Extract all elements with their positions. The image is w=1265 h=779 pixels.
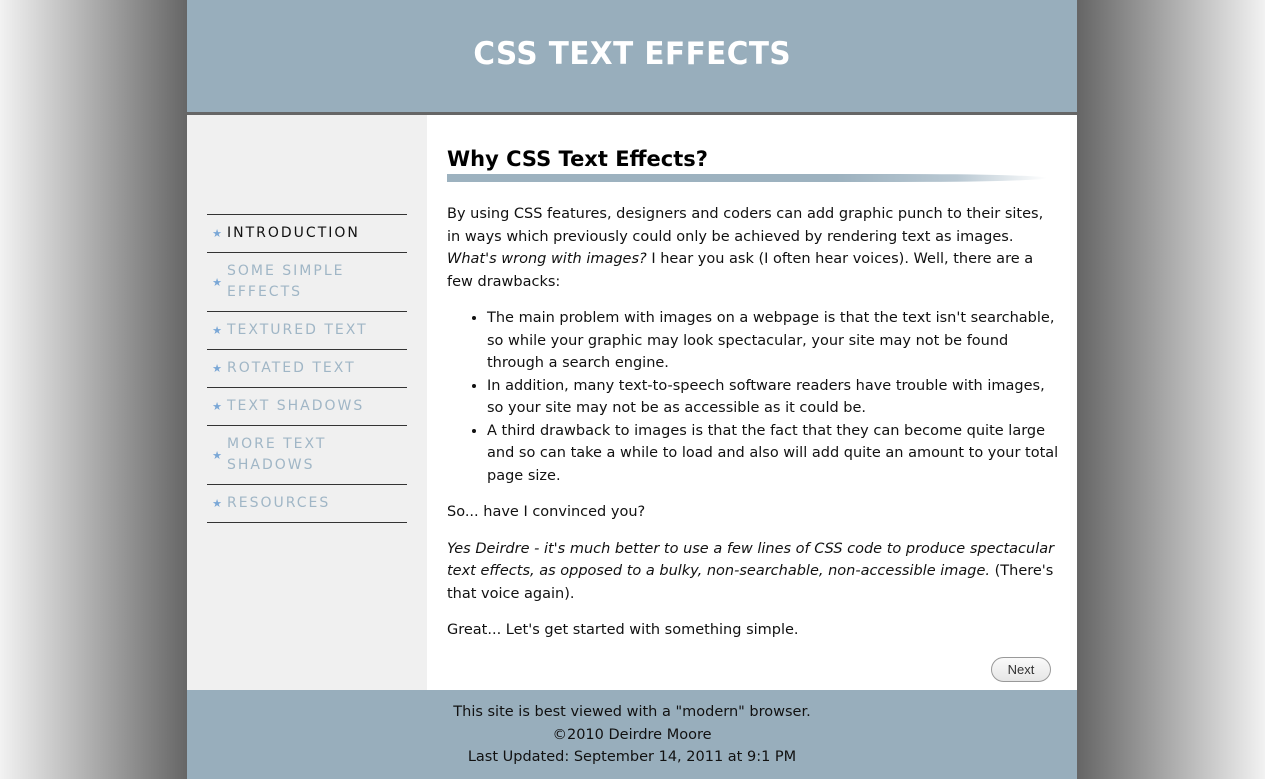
page: CSS TEXT EFFECTS ★ INTRODUCTION ★ SOME S…	[187, 0, 1077, 779]
sidebar-link-more-text-shadows[interactable]: MORE TEXT SHADOWS	[227, 434, 377, 476]
sidebar-nav: ★ INTRODUCTION ★ SOME SIMPLE EFFECTS ★ T…	[207, 214, 407, 523]
body-wrap: ★ INTRODUCTION ★ SOME SIMPLE EFFECTS ★ T…	[187, 115, 1077, 690]
list-item: In addition, many text-to-speech softwar…	[487, 375, 1059, 420]
drawbacks-list: The main problem with images on a webpag…	[447, 307, 1059, 487]
answer-italic: Yes Deirdre - it's much better to use a …	[447, 540, 1055, 580]
sidebar-link-introduction[interactable]: INTRODUCTION	[227, 223, 377, 244]
intro-text-1: By using CSS features, designers and cod…	[447, 206, 1044, 245]
page-heading: Why CSS Text Effects?	[447, 147, 708, 171]
star-icon: ★	[212, 400, 222, 413]
intro-italic: What's wrong with images?	[447, 251, 647, 267]
list-item: The main problem with images on a webpag…	[487, 307, 1059, 375]
heading-underline-decoration	[447, 174, 1047, 182]
sidebar-link-text-shadows[interactable]: TEXT SHADOWS	[227, 396, 377, 417]
sidebar-item-introduction[interactable]: ★ INTRODUCTION	[207, 215, 407, 253]
sidebar-link-textured-text[interactable]: TEXTURED TEXT	[227, 320, 377, 341]
footer-browser-note: This site is best viewed with a "modern"…	[453, 704, 811, 720]
star-icon: ★	[212, 324, 222, 337]
sidebar-link-resources[interactable]: RESOURCES	[227, 493, 377, 514]
sidebar-item-resources[interactable]: ★ RESOURCES	[207, 485, 407, 523]
star-icon: ★	[212, 497, 222, 510]
star-icon: ★	[212, 448, 222, 462]
next-button[interactable]: Next	[991, 657, 1051, 682]
star-icon: ★	[212, 362, 222, 375]
star-icon: ★	[212, 227, 222, 240]
footer-copyright: ©2010 Deirdre Moore	[552, 726, 712, 743]
sidebar-item-text-shadows[interactable]: ★ TEXT SHADOWS	[207, 388, 407, 426]
article: Why CSS Text Effects? By using CSS featu…	[447, 145, 1059, 656]
main-content: Why CSS Text Effects? By using CSS featu…	[427, 115, 1077, 690]
intro-paragraph: By using CSS features, designers and cod…	[447, 203, 1059, 293]
sidebar: ★ INTRODUCTION ★ SOME SIMPLE EFFECTS ★ T…	[187, 115, 427, 690]
sidebar-item-rotated-text[interactable]: ★ ROTATED TEXT	[207, 350, 407, 388]
sidebar-item-some-simple-effects[interactable]: ★ SOME SIMPLE EFFECTS	[207, 253, 407, 312]
footer-last-updated: Last Updated: September 14, 2011 at 9:1 …	[467, 749, 797, 765]
closing-paragraph: Great... Let's get started with somethin…	[447, 622, 799, 638]
list-item: A third drawback to images is that the f…	[487, 420, 1059, 488]
site-header: CSS TEXT EFFECTS	[187, 0, 1077, 115]
sidebar-link-some-simple-effects[interactable]: SOME SIMPLE EFFECTS	[227, 261, 377, 303]
sidebar-link-rotated-text[interactable]: ROTATED TEXT	[227, 358, 377, 379]
site-title: CSS TEXT EFFECTS	[473, 36, 791, 72]
star-icon: ★	[212, 275, 222, 289]
answer-paragraph: Yes Deirdre - it's much better to use a …	[447, 538, 1059, 606]
site-footer: This site is best viewed with a "modern"…	[187, 690, 1077, 779]
sidebar-item-textured-text[interactable]: ★ TEXTURED TEXT	[207, 312, 407, 350]
question-paragraph: So... have I convinced you?	[447, 504, 646, 520]
sidebar-item-more-text-shadows[interactable]: ★ MORE TEXT SHADOWS	[207, 426, 407, 485]
